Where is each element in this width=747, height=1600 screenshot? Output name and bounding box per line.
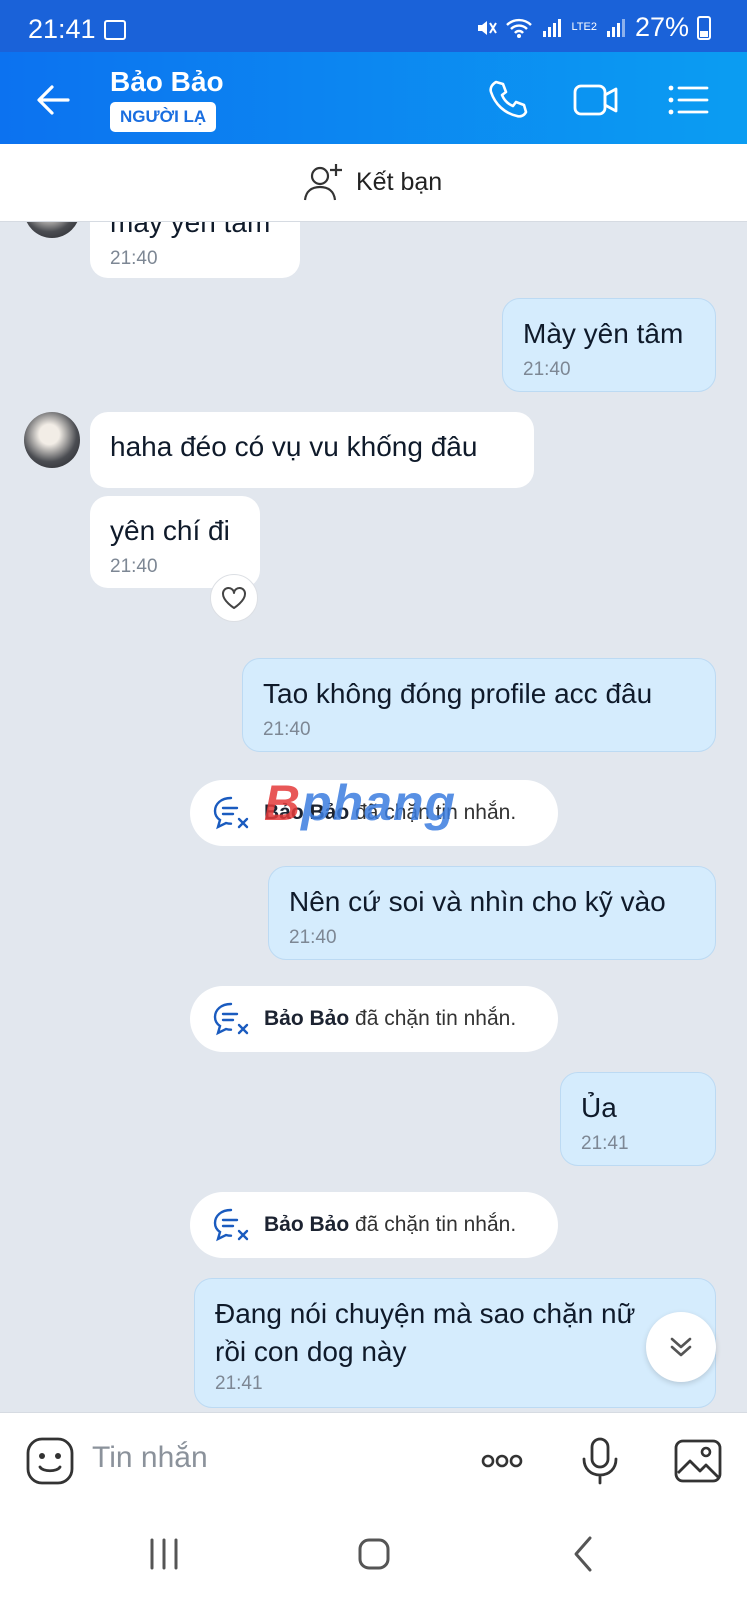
message-time: 21:40: [110, 248, 158, 269]
signal-icon-2: [606, 18, 625, 37]
message-bubble-outgoing[interactable]: Đang nói chuyện mà sao chặn nữ rồi con d…: [194, 1278, 716, 1408]
recent-apps-icon[interactable]: [140, 1530, 188, 1578]
message-bubble-incoming[interactable]: haha đéo có vụ vu khống đâu: [90, 412, 534, 488]
blocked-notice: Bảo Bảo đã chặn tin nhắn.: [190, 1192, 558, 1258]
watermark-logo: Bphang: [264, 774, 456, 832]
blocked-notice: Bảo Bảo đã chặn tin nhắn.: [190, 986, 558, 1052]
blocked-message-icon: [213, 1208, 249, 1242]
add-friend-label: Kết bạn: [356, 167, 443, 196]
status-time: 21:41: [28, 14, 96, 44]
watermark-rest: phang: [301, 775, 457, 831]
message-bubble-incoming[interactable]: mày yên tâm 21:40: [90, 222, 300, 278]
home-icon[interactable]: [350, 1530, 398, 1578]
blocked-message-icon: [213, 1002, 249, 1036]
watermark-b: B: [264, 775, 302, 831]
message-time: 21:40: [263, 719, 311, 740]
message-bubble-outgoing[interactable]: Ủa 21:41: [560, 1072, 716, 1166]
message-bubble-outgoing[interactable]: Tao không đóng profile acc đâu 21:40: [242, 658, 716, 752]
message-input[interactable]: Tin nhắn: [92, 1441, 208, 1475]
gallery-notification-icon: [104, 20, 126, 40]
message-bubble-outgoing[interactable]: Nên cứ soi và nhìn cho kỹ vào 21:40: [268, 866, 716, 960]
scroll-to-bottom-button[interactable]: [646, 1312, 716, 1382]
add-friend-bar: Kết bạn: [0, 144, 747, 222]
blocked-notice-text: Bảo Bảo đã chặn tin nhắn.: [264, 1213, 516, 1237]
message-text: Nên cứ soi và nhìn cho kỹ vào: [289, 886, 666, 917]
blocked-notice-text: Bảo Bảo đã chặn tin nhắn.: [264, 1007, 516, 1031]
message-text: Ủa: [581, 1092, 617, 1123]
message-text: Đang nói chuyện mà sao chặn nữ: [215, 1298, 636, 1329]
stranger-badge: NGƯỜI LẠ: [110, 102, 217, 132]
avatar[interactable]: [24, 412, 80, 468]
chat-area[interactable]: mày yên tâm 21:40 Mày yên tâm 21:40 haha…: [0, 222, 747, 1412]
back-arrow-icon[interactable]: [34, 80, 74, 120]
video-call-icon[interactable]: [572, 76, 620, 124]
message-text: Tao không đóng profile acc đâu: [263, 678, 653, 709]
more-options-icon[interactable]: [476, 1435, 528, 1487]
system-nav-bar: [0, 1508, 747, 1600]
contact-name[interactable]: Bảo Bảo: [110, 66, 224, 98]
network-label: LTE2: [571, 21, 597, 33]
microphone-icon[interactable]: [574, 1435, 626, 1487]
message-time: 21:41: [581, 1133, 629, 1154]
battery-icon: [697, 15, 711, 40]
message-bubble-outgoing[interactable]: Mày yên tâm 21:40: [502, 298, 716, 392]
add-friend-button[interactable]: Kết bạn: [302, 160, 442, 204]
message-text: Mày yên tâm: [523, 318, 684, 349]
blocked-message-icon: [213, 796, 249, 830]
message-time: 21:40: [289, 927, 337, 948]
phone-call-icon[interactable]: [484, 76, 532, 124]
status-icons: LTE2 27%: [475, 12, 711, 43]
blocked-notice-name: Bảo Bảo: [264, 1213, 350, 1236]
message-input-bar: Tin nhắn: [0, 1412, 747, 1508]
blocked-notice-name: Bảo Bảo: [264, 1007, 350, 1030]
mute-icon: [478, 20, 498, 35]
wifi-icon: [506, 18, 533, 38]
double-chevron-down-icon: [670, 1337, 692, 1357]
react-heart-button[interactable]: [210, 574, 258, 622]
message-time: 21:40: [523, 359, 571, 380]
signal-icon: [543, 18, 562, 37]
blocked-notice-label: đã chặn tin nhắn.: [349, 1213, 517, 1236]
message-text: haha đéo có vụ vu khống đâu: [110, 431, 478, 462]
blocked-notice-label: đã chặn tin nhắn.: [349, 1007, 517, 1030]
heart-icon: [222, 587, 246, 609]
chat-header: Bảo Bảo NGƯỜI LẠ: [0, 52, 747, 144]
add-friend-icon: [303, 164, 342, 201]
menu-list-icon[interactable]: [664, 76, 712, 124]
message-text: yên chí đi: [110, 515, 230, 546]
message-time: 21:40: [110, 556, 158, 577]
image-picker-icon[interactable]: [672, 1435, 724, 1487]
message-text: mày yên tâm: [110, 222, 271, 238]
avatar[interactable]: [24, 222, 80, 238]
emoji-icon[interactable]: [24, 1435, 76, 1487]
back-nav-icon[interactable]: [560, 1530, 608, 1578]
battery-percent: 27%: [634, 12, 689, 42]
message-time: 21:41: [215, 1373, 263, 1394]
message-text-line2: rồi con dog này: [215, 1336, 407, 1367]
status-bar: 21:41 LTE2 27%: [0, 0, 747, 52]
